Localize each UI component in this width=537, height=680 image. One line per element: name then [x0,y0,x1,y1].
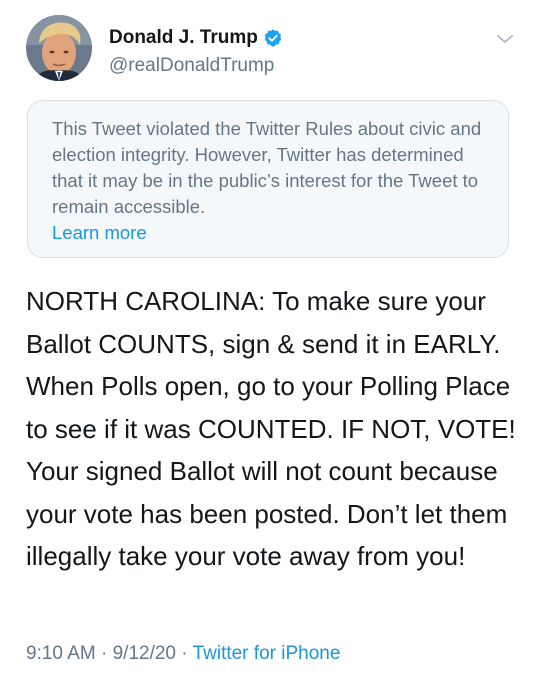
meta-separator: · [101,643,108,664]
tweet-text: NORTH CAROLINA: To make sure your Ballot… [26,286,516,571]
tweet-date[interactable]: 9/12/20 [113,643,176,664]
author-name-row[interactable]: Donald J. Trump [109,27,283,49]
tweet-source-link[interactable]: Twitter for iPhone [193,643,341,664]
profile-photo [26,15,92,81]
learn-more-link[interactable]: Learn more [52,220,484,246]
avatar[interactable] [26,15,92,81]
policy-notice: This Tweet violated the Twitter Rules ab… [27,100,509,258]
verified-badge-icon [263,28,283,48]
meta-separator: · [181,643,188,664]
policy-notice-text: This Tweet violated the Twitter Rules ab… [52,118,482,217]
tweet-meta: 9:10 AM · 9/12/20 · Twitter for iPhone [26,643,340,665]
display-name[interactable]: Donald J. Trump [109,27,258,49]
user-handle[interactable]: @realDonaldTrump [109,55,274,77]
tweet-time[interactable]: 9:10 AM [26,643,96,664]
chevron-down-icon[interactable] [496,32,514,44]
